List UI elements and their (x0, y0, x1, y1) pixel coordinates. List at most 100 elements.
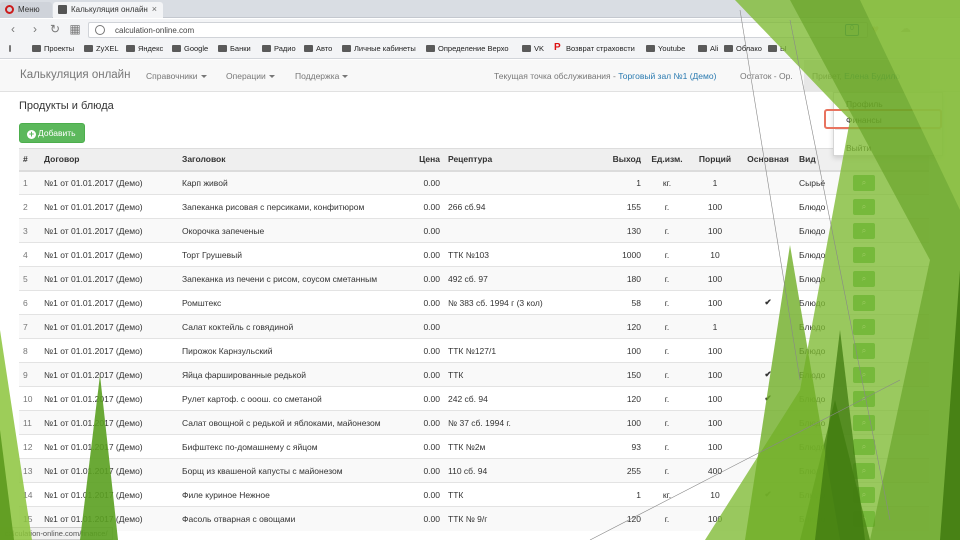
bookmark-item[interactable]: Авто (304, 44, 332, 53)
view-row-button[interactable]: ⌕ (853, 198, 875, 215)
cell-recipe (444, 218, 578, 243)
table-row[interactable]: 11 №1 от 01.01.2017 (Демо) Салат овощной с… (19, 410, 929, 435)
view-row-button[interactable]: ⌕ (853, 294, 875, 311)
service-point-link[interactable]: Торговый зал №1 (Демо) (618, 71, 716, 81)
bookmark-item[interactable]: P Возврат страховсти (554, 42, 635, 53)
view-row-button[interactable]: ⌕ (853, 486, 875, 503)
menu-item-logout[interactable]: Выйти (846, 143, 871, 153)
view-row-button[interactable]: ⌕ (853, 174, 875, 191)
view-row-button[interactable]: ⌕ (853, 222, 875, 239)
bookmark-item[interactable]: Радио (262, 44, 296, 53)
column-header[interactable]: Заголовок (178, 148, 404, 172)
cell-kind: Блюдо (795, 506, 849, 531)
nav-support[interactable]: Поддержка (295, 71, 349, 81)
back-icon[interactable]: ‹ (6, 22, 20, 36)
cell-actions: ⌕ (849, 194, 929, 219)
reload-icon[interactable]: ↻ (48, 22, 62, 36)
cell-price: 0.00 (404, 290, 444, 315)
view-row-button[interactable]: ⌕ (853, 390, 875, 407)
bookmark-item[interactable]: Определение Верхо (426, 44, 509, 53)
table-row[interactable]: 9 №1 от 01.01.2017 (Демо) Яйца фаршированн… (19, 362, 929, 387)
brand-link[interactable]: Калькуляция онлайн (20, 69, 130, 81)
view-row-button[interactable]: ⌕ (853, 318, 875, 335)
view-row-button[interactable]: ⌕ (853, 462, 875, 479)
table-row[interactable]: 8 №1 от 01.01.2017 (Демо) Пирожок Карнзуль… (19, 338, 929, 363)
cell-output: 150 (578, 362, 645, 387)
cell-actions: ⌕ (849, 482, 929, 507)
table-row[interactable]: 10 №1 от 01.01.2017 (Демо) Рулет картоф. с… (19, 386, 929, 411)
user-menu-toggle[interactable]: Привет, Елена Будило (804, 60, 930, 92)
forward-icon[interactable]: › (28, 22, 42, 36)
table-row[interactable]: 14 №1 от 01.01.2017 (Демо) Филе куриное Не… (19, 482, 929, 507)
bookmark-item[interactable]: Облако (724, 44, 762, 53)
nav-operations[interactable]: Операции (226, 71, 275, 81)
status-bar-url: calculation-online.com/finance/ (0, 527, 113, 540)
table-row[interactable]: 4 №1 от 01.01.2017 (Демо) Торт Грушевый 0.0… (19, 242, 929, 267)
table-row[interactable]: 5 №1 от 01.01.2017 (Демо) Запеканка из печ… (19, 266, 929, 291)
table-row[interactable]: 13 №1 от 01.01.2017 (Демо) Борщ из квашено… (19, 458, 929, 483)
menu-item-profile[interactable]: Профиль (846, 99, 883, 109)
tab-menu[interactable]: Меню (0, 2, 52, 18)
bookmark-item[interactable]: VK (522, 44, 544, 53)
column-header[interactable]: # (19, 148, 40, 172)
table-row[interactable]: 3 №1 от 01.01.2017 (Демо) Окорочка запечен… (19, 218, 929, 243)
vpn-badge[interactable]: 0 (845, 24, 859, 36)
view-row-button[interactable]: ⌕ (853, 438, 875, 455)
url-field[interactable]: calculation-online.com 0 (88, 22, 868, 38)
cell-contract: №1 от 01.01.2017 (Демо) (40, 194, 178, 219)
view-row-button[interactable]: ⌕ (853, 342, 875, 359)
view-row-button[interactable]: ⌕ (853, 246, 875, 263)
column-header[interactable]: Ед.изм. (645, 148, 689, 172)
table-row[interactable]: 15 №1 от 01.01.2017 (Демо) Фасоль отварная… (19, 506, 929, 531)
column-header[interactable]: Порций (689, 148, 741, 172)
bookmark-item[interactable]: Личные кабинеты (342, 44, 416, 53)
column-header[interactable]: Выход (578, 148, 645, 172)
bookmark-item[interactable]: Банки (218, 44, 251, 53)
table-row[interactable]: 6 №1 от 01.01.2017 (Демо) Ромштекс 0.00 № 38… (19, 290, 929, 315)
bookmark-item[interactable]: Ы (768, 44, 787, 53)
table-row[interactable]: 7 №1 от 01.01.2017 (Демо) Салат коктейль с… (19, 314, 929, 339)
cell-portions: 100 (689, 506, 741, 531)
bookmark-item[interactable]: Ali (698, 44, 718, 53)
view-row-button[interactable]: ⌕ (853, 366, 875, 383)
bookmark-item[interactable]: Проекты (32, 44, 74, 53)
tab-calculation-online[interactable]: Калькуляция онлайн × (53, 2, 163, 18)
row-number: 2 (19, 194, 40, 219)
cloud-icon[interactable]: ☁ (900, 22, 911, 35)
cell-price: 0.00 (404, 170, 444, 195)
url-text: calculation-online.com (115, 26, 195, 35)
bookmark-item[interactable]: Google (172, 44, 208, 53)
nav-references[interactable]: Справочники (146, 71, 207, 81)
cell-title: Салат овощной с редькой и яблоками, майо… (178, 410, 404, 435)
column-header[interactable]: Цена (404, 148, 444, 172)
row-number: 5 (19, 266, 40, 291)
table-row[interactable]: 2 №1 от 01.01.2017 (Демо) Запеканка рисова… (19, 194, 929, 219)
bookmark-item[interactable]: Youtube (646, 44, 685, 53)
column-header[interactable]: Договор (40, 148, 178, 172)
cell-kind: Блюдо (795, 266, 849, 291)
decor-shape (940, 270, 960, 540)
cell-unit: г. (645, 218, 689, 243)
table-row[interactable]: 12 №1 от 01.01.2017 (Демо) Бифштекс по-дом… (19, 434, 929, 459)
cell-actions: ⌕ (849, 410, 929, 435)
heart-icon[interactable]: ♥ (872, 22, 879, 36)
close-tab-icon[interactable]: × (152, 4, 157, 14)
cell-kind: Блюдо (795, 338, 849, 363)
cell-portions: 10 (689, 242, 741, 267)
view-row-button[interactable]: ⌕ (853, 414, 875, 431)
caret-down-icon (268, 75, 275, 79)
bookmark-item[interactable]: ZyXEL (84, 44, 119, 53)
cell-title: Борщ из квашеной капусты с майонезом (178, 458, 404, 483)
view-row-button[interactable]: ⌕ (853, 510, 875, 527)
column-header[interactable]: Основная (741, 148, 795, 172)
cell-output: 130 (578, 218, 645, 243)
table-row[interactable]: 1 №1 от 01.01.2017 (Демо) Карп живой 0.00 1 к… (19, 170, 929, 195)
add-button[interactable]: + Добавить (19, 123, 85, 143)
row-number: 1 (19, 170, 40, 195)
balance-text[interactable]: Остаток - Ор. (740, 71, 793, 81)
bookmark-item[interactable]: Яндекс (126, 44, 163, 53)
view-row-button[interactable]: ⌕ (853, 270, 875, 287)
add-button-label: Добавить (38, 128, 76, 138)
column-header[interactable]: Рецептура (444, 148, 578, 172)
speed-dial-icon[interactable]: ▦ (68, 22, 82, 36)
